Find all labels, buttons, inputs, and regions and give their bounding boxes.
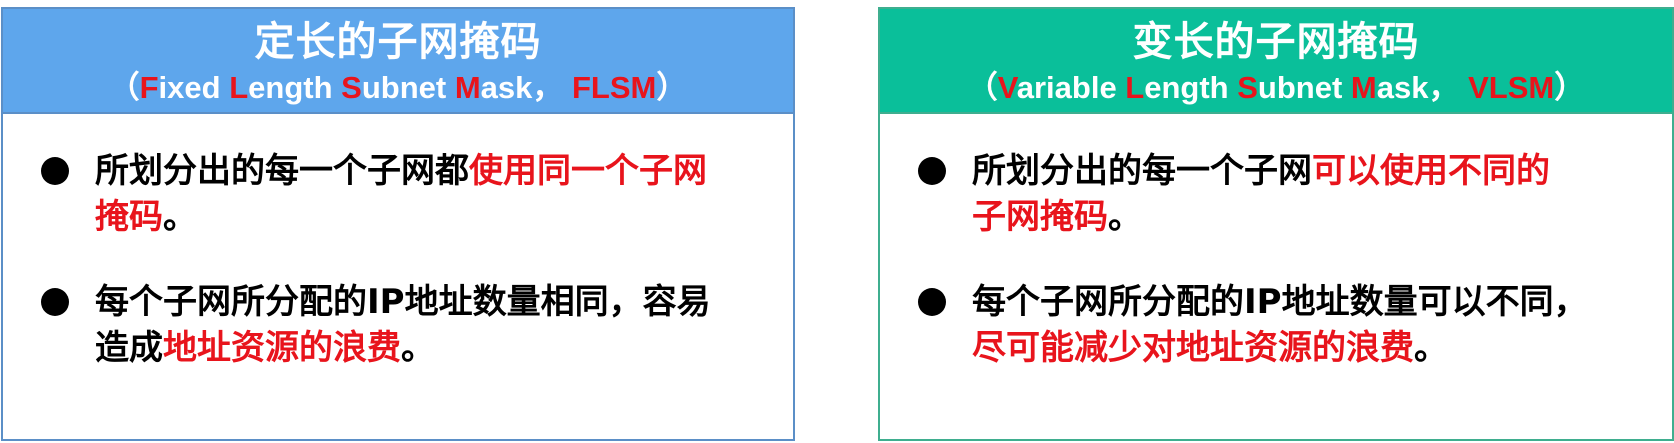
flsm-bullet-1: 所划分出的每一个子网都使用同一个子网 掩码。	[95, 151, 707, 237]
vlsm-subtitle: （Variable Length Subnet Mask， VLSM）	[966, 70, 1586, 105]
flsm-card: 定长的子网掩码 （Fixed Length Subnet Mask， FLSM）…	[1, 7, 795, 441]
flsm-subtitle: （Fixed Length Subnet Mask， FLSM）	[108, 70, 688, 105]
vlsm-title: 变长的子网掩码	[1132, 19, 1420, 65]
vlsm-card-header: 变长的子网掩码 （Variable Length Subnet Mask， VL…	[880, 9, 1672, 114]
vlsm-bullet-1: 所划分出的每一个子网可以使用不同的 子网掩码。	[972, 151, 1550, 237]
bullet-dot-icon	[918, 288, 946, 316]
flsm-title: 定长的子网掩码	[254, 19, 542, 65]
vlsm-bullet-2: 每个子网所分配的IP地址数量可以不同， 尽可能减少对地址资源的浪费。	[972, 282, 1588, 368]
bullet-dot-icon	[41, 157, 69, 185]
vlsm-card: 变长的子网掩码 （Variable Length Subnet Mask， VL…	[878, 7, 1674, 441]
bullet-dot-icon	[918, 157, 946, 185]
bullet-dot-icon	[41, 288, 69, 316]
flsm-bullet-2: 每个子网所分配的IP地址数量相同，容易 造成地址资源的浪费。	[95, 282, 711, 368]
flsm-card-header: 定长的子网掩码 （Fixed Length Subnet Mask， FLSM）	[3, 9, 793, 114]
